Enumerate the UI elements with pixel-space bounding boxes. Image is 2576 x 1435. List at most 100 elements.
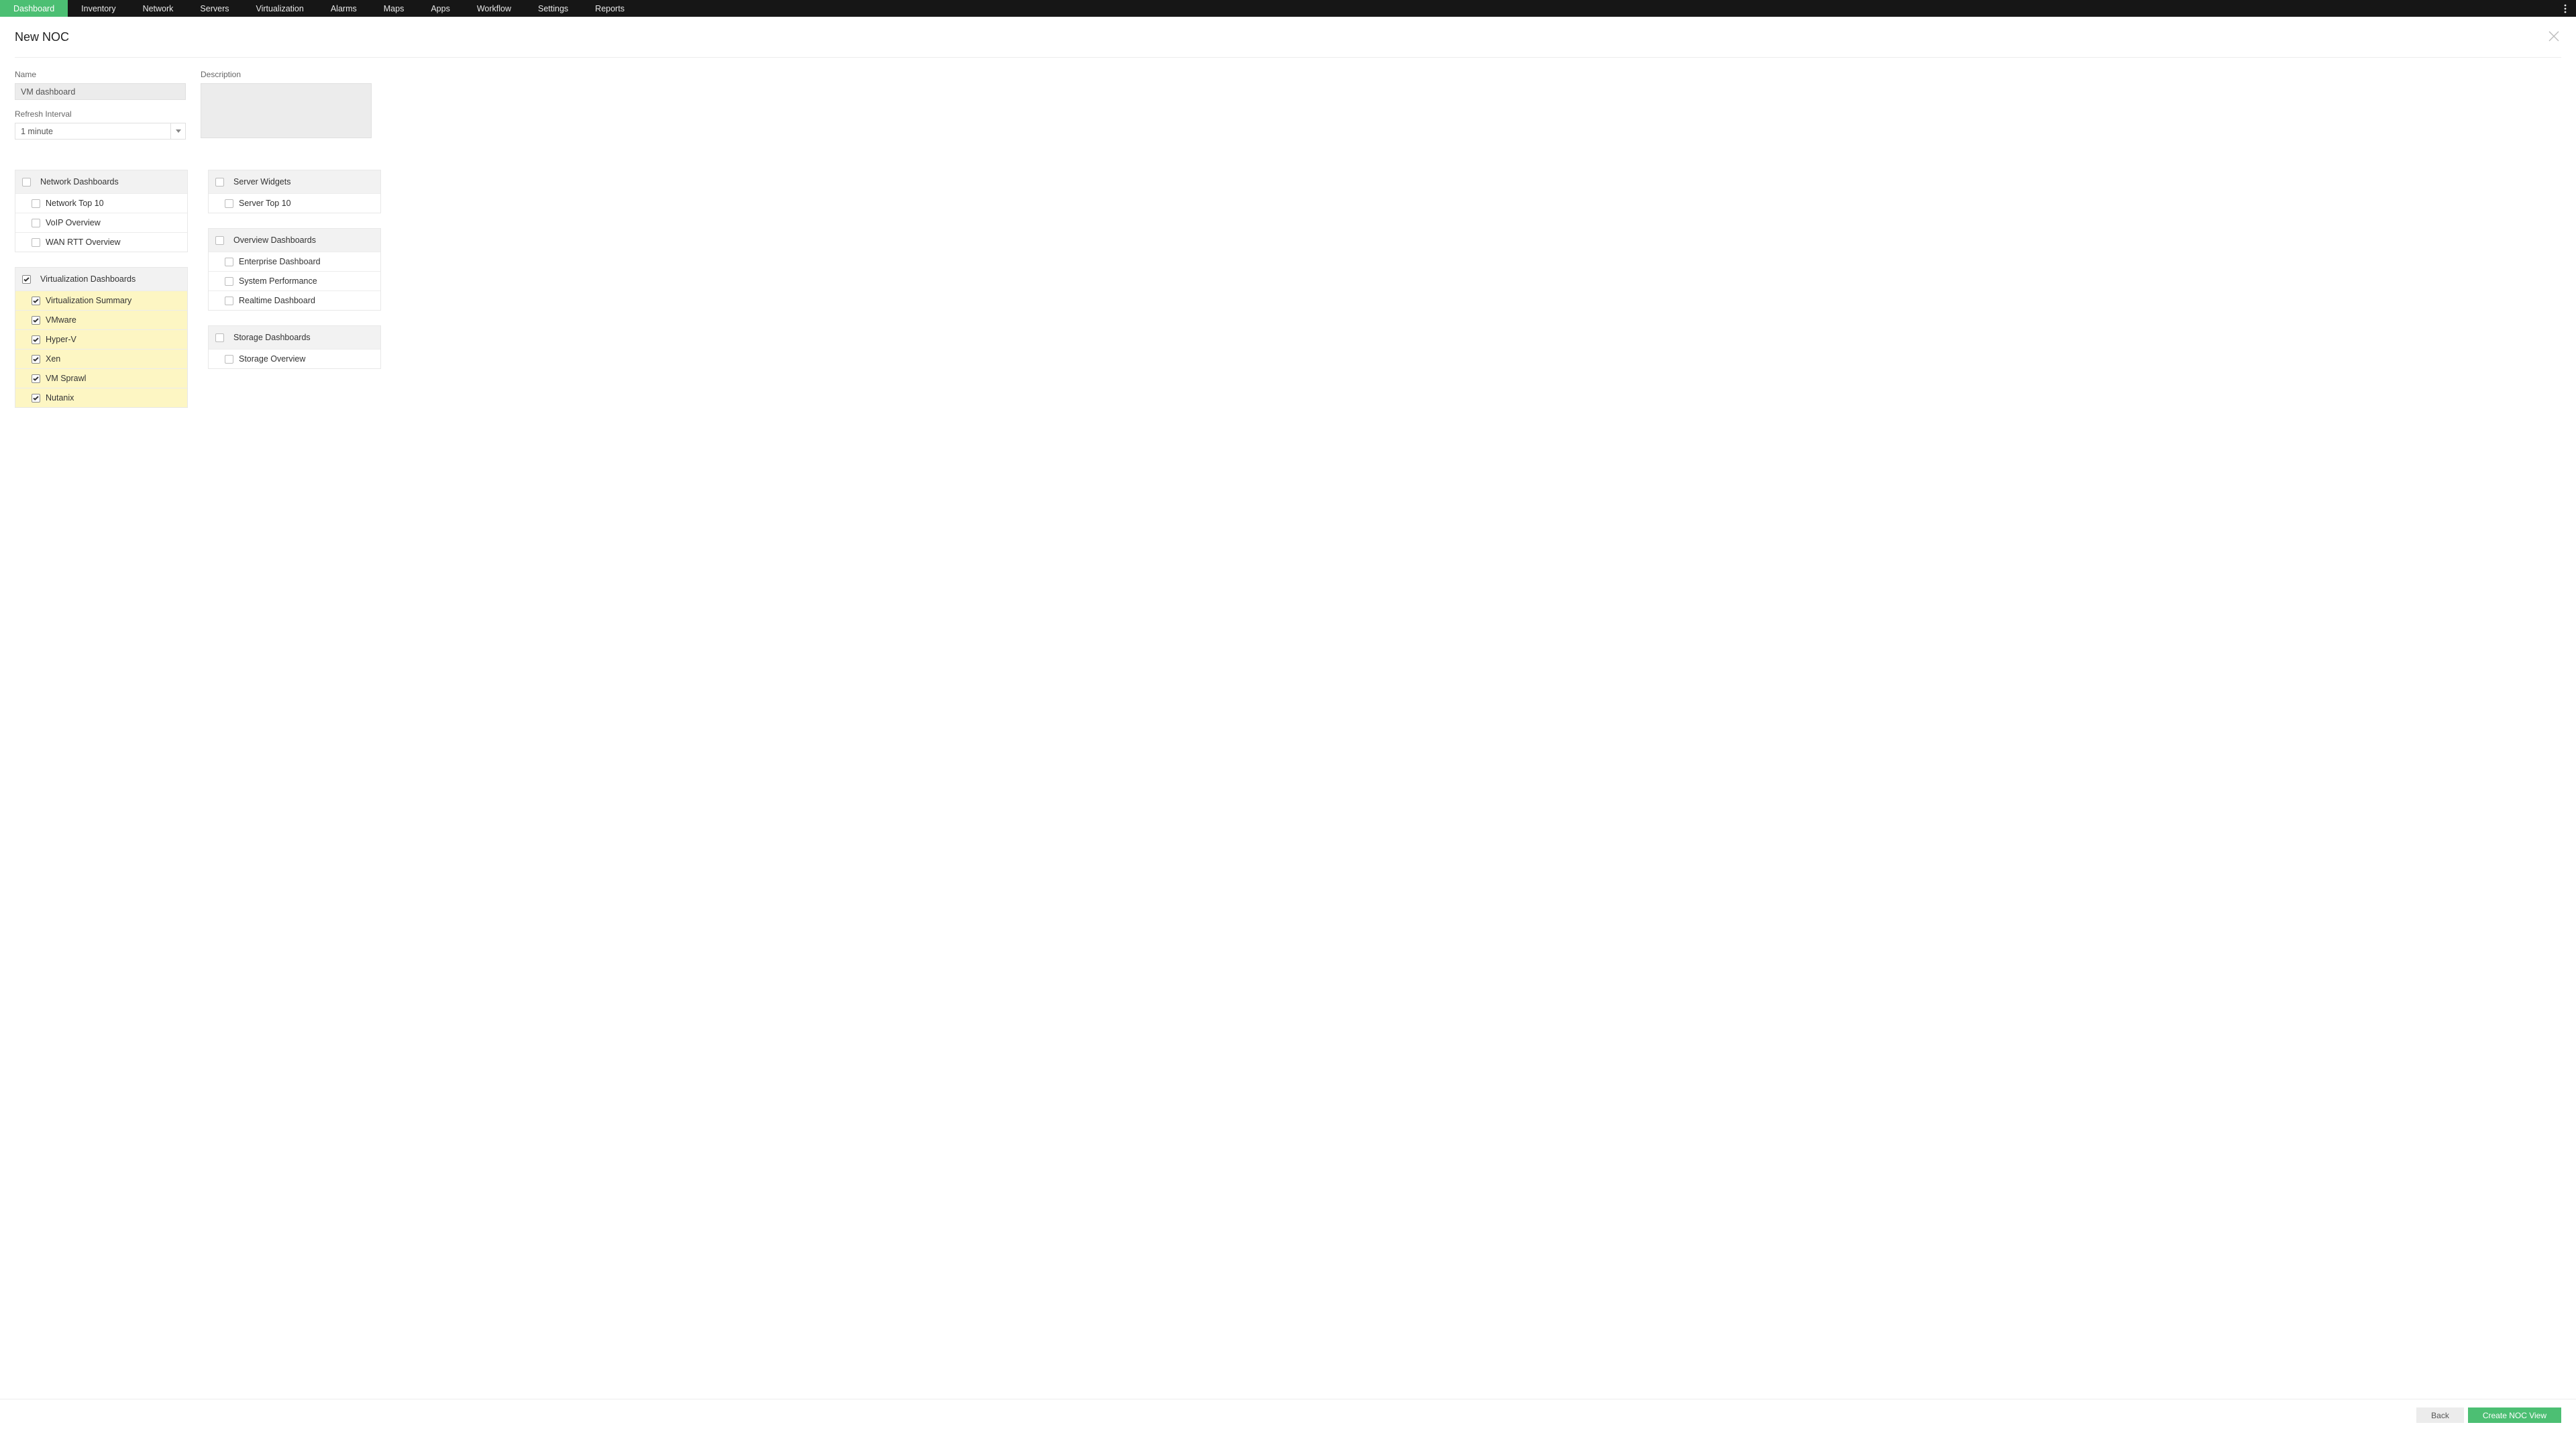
- group-items: Enterprise Dashboard System Performance Re…: [209, 252, 380, 310]
- back-button[interactable]: Back: [2416, 1407, 2464, 1423]
- check-icon: [33, 376, 39, 381]
- group-head-label: Network Dashboards: [40, 177, 119, 187]
- group-box: Server Widgets Server Top 10: [208, 170, 381, 213]
- group-head-label: Storage Dashboards: [233, 333, 311, 342]
- item-checkbox[interactable]: [32, 297, 40, 305]
- group-item-label: Network Top 10: [46, 199, 104, 208]
- group-item-label: Server Top 10: [239, 199, 291, 208]
- group-item-label: Enterprise Dashboard: [239, 257, 321, 266]
- group-item-label: Virtualization Summary: [46, 296, 131, 305]
- nav-item-dashboard[interactable]: Dashboard: [0, 0, 68, 17]
- group-item[interactable]: VoIP Overview: [15, 213, 187, 232]
- group-item-label: Realtime Dashboard: [239, 296, 315, 305]
- refresh-select-arrow: [170, 123, 185, 139]
- item-checkbox[interactable]: [32, 316, 40, 325]
- group-item[interactable]: Server Top 10: [209, 193, 380, 213]
- nav-item-apps[interactable]: Apps: [417, 0, 464, 17]
- more-menu-button[interactable]: [2555, 4, 2576, 13]
- description-label: Description: [201, 70, 372, 79]
- group-head-label: Server Widgets: [233, 177, 290, 187]
- group-head: Network Dashboards: [15, 170, 187, 193]
- group-items: Virtualization Summary VMware Hyper-V Xen VM…: [15, 290, 187, 407]
- check-icon: [23, 277, 30, 282]
- refresh-select[interactable]: 1 minute: [15, 123, 186, 140]
- group-item[interactable]: Network Top 10: [15, 193, 187, 213]
- group-item-label: Hyper-V: [46, 335, 76, 344]
- chevron-down-icon: [176, 129, 181, 133]
- nav-item-alarms[interactable]: Alarms: [317, 0, 370, 17]
- refresh-select-value: 1 minute: [15, 123, 170, 139]
- nav-item-settings[interactable]: Settings: [525, 0, 582, 17]
- group-item-label: VM Sprawl: [46, 374, 86, 383]
- group-items: Server Top 10: [209, 193, 380, 213]
- group-box: Virtualization Dashboards Virtualization …: [15, 267, 188, 408]
- check-icon: [33, 337, 39, 342]
- item-checkbox[interactable]: [32, 374, 40, 383]
- group-checkbox[interactable]: [215, 178, 224, 187]
- item-checkbox[interactable]: [225, 277, 233, 286]
- create-noc-button[interactable]: Create NOC View: [2468, 1407, 2561, 1423]
- group-item-label: Storage Overview: [239, 354, 305, 364]
- check-icon: [33, 299, 39, 303]
- nav-item-virtualization[interactable]: Virtualization: [243, 0, 317, 17]
- nav-item-inventory[interactable]: Inventory: [68, 0, 129, 17]
- group-item-label: Xen: [46, 354, 60, 364]
- group-item[interactable]: Realtime Dashboard: [209, 290, 380, 310]
- group-items: Storage Overview: [209, 349, 380, 368]
- group-item[interactable]: WAN RTT Overview: [15, 232, 187, 252]
- group-box: Overview DashboardsEnterprise DashboardS…: [208, 228, 381, 311]
- group-checkbox[interactable]: [22, 178, 31, 187]
- name-input[interactable]: [15, 83, 186, 100]
- group-item[interactable]: Enterprise Dashboard: [209, 252, 380, 271]
- check-icon: [33, 357, 39, 362]
- group-item[interactable]: Xen: [15, 349, 187, 368]
- group-col-right: Server Widgets Server Top 10 Overview Dash…: [208, 170, 381, 369]
- top-nav: DashboardInventoryNetworkServersVirtuali…: [0, 0, 2576, 17]
- group-box: Storage Dashboards Storage Overview: [208, 325, 381, 369]
- item-checkbox[interactable]: [32, 199, 40, 208]
- name-field-group: Name: [15, 70, 186, 100]
- item-checkbox[interactable]: [32, 355, 40, 364]
- item-checkbox[interactable]: [225, 297, 233, 305]
- group-item-label: VMware: [46, 315, 76, 325]
- description-field-group: Description: [201, 70, 372, 140]
- description-input[interactable]: [201, 83, 372, 138]
- nav-item-network[interactable]: Network: [129, 0, 187, 17]
- group-head-label: Virtualization Dashboards: [40, 274, 136, 284]
- item-checkbox[interactable]: [225, 199, 233, 208]
- group-checkbox[interactable]: [215, 236, 224, 245]
- group-item[interactable]: VMware: [15, 310, 187, 329]
- group-item[interactable]: Storage Overview: [209, 349, 380, 368]
- group-head: Server Widgets: [209, 170, 380, 193]
- form-col-left: Name Refresh Interval 1 minute: [15, 70, 186, 150]
- group-checkbox[interactable]: [215, 333, 224, 342]
- form-area: Name Refresh Interval 1 minute Descripti…: [0, 58, 2576, 150]
- nav-item-maps[interactable]: Maps: [370, 0, 418, 17]
- page-title: New NOC: [15, 30, 69, 44]
- group-head: Virtualization Dashboards: [15, 268, 187, 290]
- item-checkbox[interactable]: [32, 394, 40, 403]
- item-checkbox[interactable]: [225, 258, 233, 266]
- groups-area: Network Dashboards Network Top 10 VoIP Ove…: [0, 150, 2576, 408]
- group-checkbox[interactable]: [22, 275, 31, 284]
- item-checkbox[interactable]: [32, 219, 40, 227]
- item-checkbox[interactable]: [32, 335, 40, 344]
- page-header: New NOC: [0, 17, 2576, 57]
- group-item[interactable]: Virtualization Summary: [15, 290, 187, 310]
- item-checkbox[interactable]: [225, 355, 233, 364]
- footer: Back Create NOC View: [0, 1399, 2576, 1435]
- group-item[interactable]: Nutanix: [15, 388, 187, 407]
- group-item[interactable]: System Performance: [209, 271, 380, 290]
- close-button[interactable]: [2546, 29, 2561, 46]
- nav-item-reports[interactable]: Reports: [582, 0, 638, 17]
- form-col-right: Description: [201, 70, 372, 150]
- group-item-label: System Performance: [239, 276, 317, 286]
- nav-item-servers[interactable]: Servers: [186, 0, 242, 17]
- refresh-field-group: Refresh Interval 1 minute: [15, 109, 186, 140]
- nav-item-workflow[interactable]: Workflow: [464, 0, 525, 17]
- refresh-label: Refresh Interval: [15, 109, 186, 119]
- item-checkbox[interactable]: [32, 238, 40, 247]
- group-item[interactable]: VM Sprawl: [15, 368, 187, 388]
- group-item[interactable]: Hyper-V: [15, 329, 187, 349]
- group-box: Network Dashboards Network Top 10 VoIP Ove…: [15, 170, 188, 252]
